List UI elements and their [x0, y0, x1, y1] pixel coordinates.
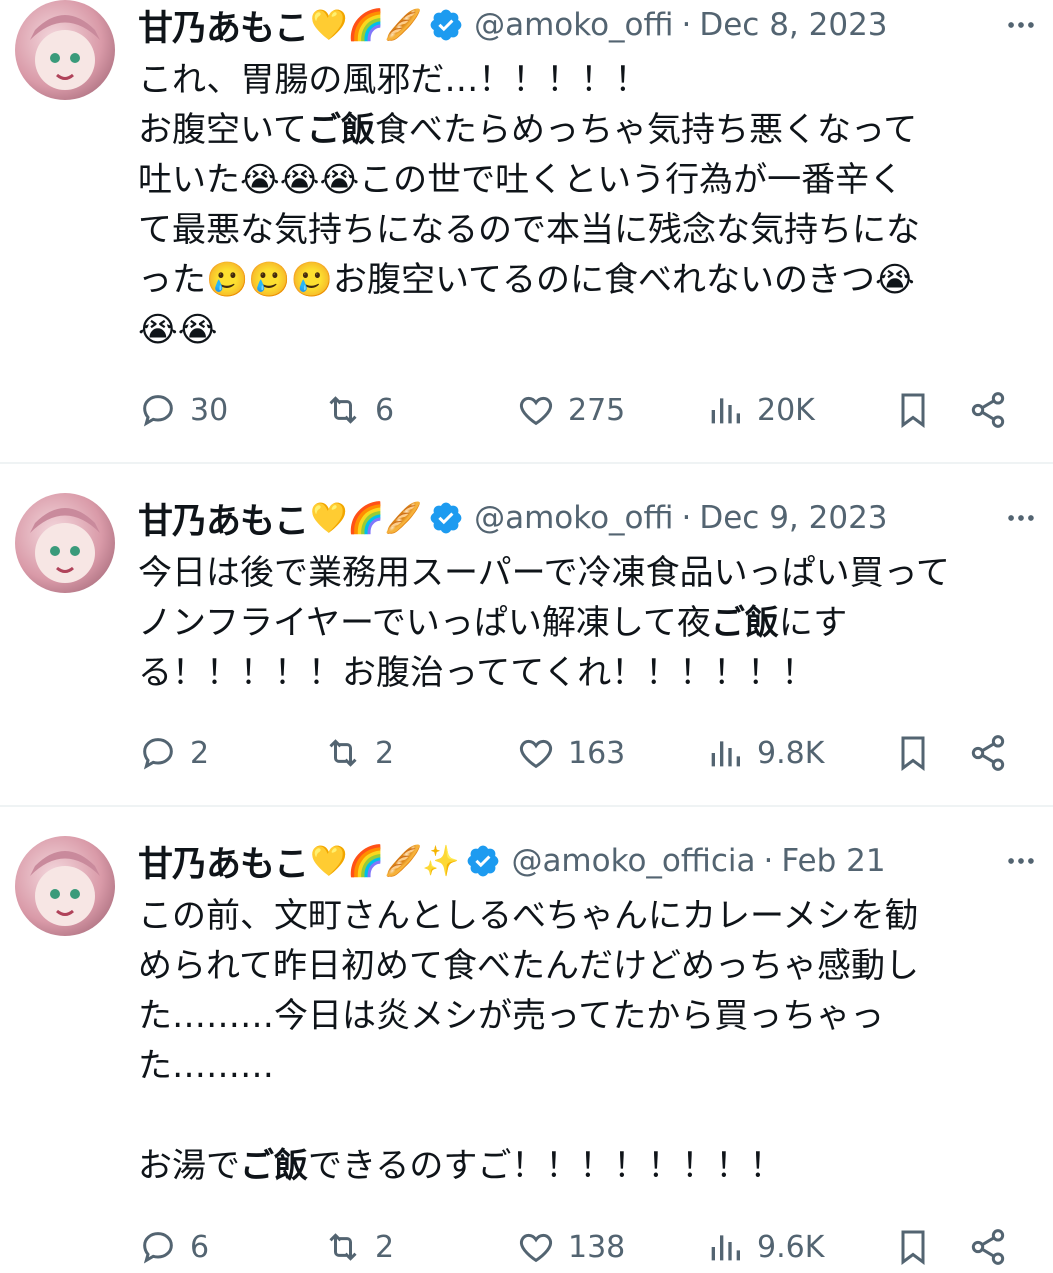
tweet-2[interactable]: 甘乃あもこ 💛🌈🥖 @amoko_offi · Dec 9, 2023 今日は後… [0, 493, 1053, 803]
like-button[interactable]: 163 [516, 728, 625, 778]
name-emojis: 💛🌈🥖 [310, 500, 423, 536]
views-icon [711, 398, 740, 424]
more-icon[interactable] [1001, 5, 1041, 45]
tweet-divider [0, 805, 1053, 807]
separator-dot: · [681, 7, 692, 43]
bookmark-button[interactable] [893, 728, 933, 778]
repost-icon [329, 1233, 357, 1261]
like-icon [519, 396, 553, 426]
tweet-3[interactable]: 甘乃あもこ 💛🌈🥖✨ @amoko_officia · Feb 21 この前、文… [0, 836, 1053, 1273]
views-button[interactable]: 9.6K [705, 1222, 824, 1272]
separator-dot: · [763, 843, 774, 879]
reply-button[interactable]: 2 [138, 728, 209, 778]
repost-button[interactable]: 2 [323, 1222, 394, 1272]
repost-icon [329, 739, 357, 767]
user-handle[interactable]: @amoko_officia [511, 843, 755, 879]
share-button[interactable] [968, 728, 1008, 778]
tweet-text: 今日は後で業務用スーパーで冷凍食品いっぱい買って ノンフライヤーでいっぱい解凍し… [138, 553, 950, 693]
bookmark-button[interactable] [893, 1222, 933, 1272]
tweet-text: これ、胃腸の風邪だ…！！！！！ お腹空いてご飯食べたらめっちゃ気持ち悪くなって … [138, 60, 920, 350]
repost-button[interactable]: 2 [323, 728, 394, 778]
repost-count: 2 [375, 735, 395, 771]
avatar[interactable] [15, 493, 115, 593]
user-handle[interactable]: @amoko_offi [474, 500, 673, 536]
repost-count: 2 [375, 1229, 395, 1265]
user-handle[interactable]: @amoko_offi [474, 7, 673, 43]
bookmark-icon [901, 1230, 925, 1265]
reply-icon [143, 738, 173, 770]
reply-icon [143, 395, 173, 427]
views-count: 9.6K [757, 1229, 825, 1265]
bookmark-icon [901, 736, 925, 771]
like-icon [519, 1233, 553, 1263]
verified-badge-icon [468, 845, 499, 877]
like-button[interactable]: 275 [516, 385, 625, 435]
display-name[interactable]: 甘乃あもこ [138, 836, 309, 887]
views-icon [711, 741, 740, 767]
views-count: 20K [757, 392, 815, 428]
more-icon[interactable] [1001, 498, 1041, 538]
share-button[interactable] [968, 1222, 1008, 1272]
repost-icon [329, 396, 357, 424]
action-bar: 2 2 163 9.8K [138, 728, 1013, 778]
tweet-text: この前、文町さんとしるべちゃんにカレーメシを勧 められて昨日初めて食べたんだけど… [138, 896, 919, 1186]
avatar[interactable] [15, 836, 115, 936]
reply-count: 6 [190, 1229, 210, 1265]
display-name[interactable]: 甘乃あもこ [138, 493, 309, 544]
like-count: 275 [568, 392, 626, 428]
tweet-date[interactable]: Feb 21 [781, 843, 885, 879]
tweet-divider [0, 462, 1053, 464]
share-icon [971, 735, 1005, 771]
reply-count: 2 [190, 735, 210, 771]
name-emojis: 💛🌈🥖✨ [310, 843, 460, 879]
reply-button[interactable]: 30 [138, 385, 228, 435]
reply-icon [143, 1232, 173, 1264]
like-count: 138 [568, 1229, 626, 1265]
repost-button[interactable]: 6 [323, 385, 394, 435]
bookmark-icon [901, 393, 925, 428]
action-bar: 6 2 138 9.6K [138, 1222, 1013, 1272]
views-button[interactable]: 9.8K [705, 728, 824, 778]
tweet-date[interactable]: Dec 9, 2023 [699, 500, 887, 536]
verified-badge-icon [430, 9, 462, 41]
bookmark-button[interactable] [893, 385, 933, 435]
views-button[interactable]: 20K [705, 385, 815, 435]
name-emojis: 💛🌈🥖 [310, 7, 423, 43]
share-button[interactable] [968, 385, 1008, 435]
action-bar: 30 6 275 20K [138, 385, 1013, 435]
views-icon [711, 1235, 740, 1261]
tweet-1[interactable]: 甘乃あもこ 💛🌈🥖 @amoko_offi · Dec 8, 2023 これ、胃… [0, 0, 1053, 460]
avatar[interactable] [15, 0, 115, 100]
reply-button[interactable]: 6 [138, 1222, 209, 1272]
share-icon [971, 1229, 1005, 1265]
verified-badge-icon [430, 502, 462, 534]
like-icon [519, 739, 553, 769]
display-name[interactable]: 甘乃あもこ [138, 0, 309, 51]
views-count: 9.8K [757, 735, 825, 771]
separator-dot: · [681, 500, 692, 536]
more-icon[interactable] [1001, 841, 1041, 881]
share-icon [971, 392, 1005, 428]
tweet-date[interactable]: Dec 8, 2023 [699, 7, 887, 43]
like-button[interactable]: 138 [516, 1222, 625, 1272]
repost-count: 6 [375, 392, 395, 428]
like-count: 163 [568, 735, 626, 771]
reply-count: 30 [190, 392, 229, 428]
